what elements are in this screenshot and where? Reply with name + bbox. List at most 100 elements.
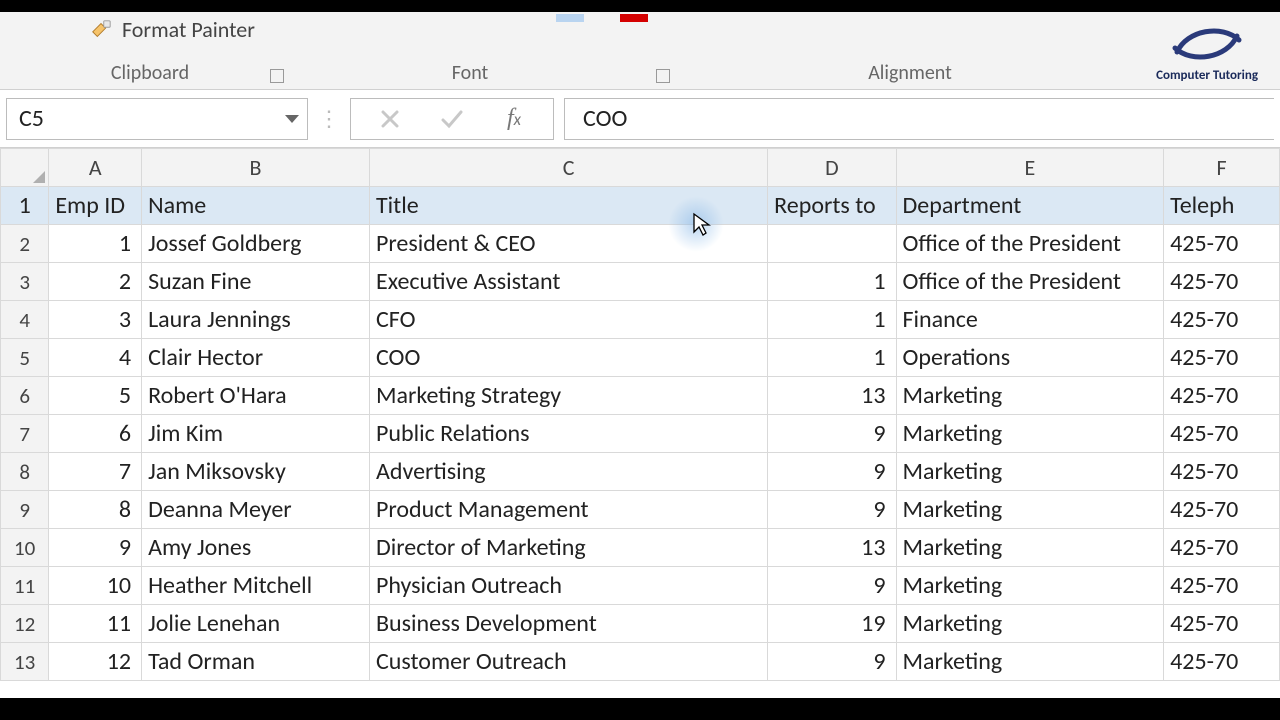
row-header[interactable]: 2 [1, 225, 49, 263]
cell[interactable]: Executive Assistant [369, 263, 767, 301]
cell[interactable]: 19 [768, 605, 896, 643]
cell[interactable]: 9 [768, 415, 896, 453]
cell[interactable]: 1 [49, 225, 142, 263]
cell[interactable]: 12 [49, 643, 142, 681]
cell[interactable]: 1 [768, 263, 896, 301]
cell[interactable]: 9 [768, 453, 896, 491]
cell[interactable]: Office of the President [896, 225, 1164, 263]
fill-color-swatch[interactable] [556, 14, 584, 22]
cell[interactable]: Office of the President [896, 263, 1164, 301]
cell[interactable]: 1 [768, 301, 896, 339]
formula-input[interactable]: COO [564, 98, 1274, 140]
cell[interactable]: Emp ID [49, 187, 142, 225]
cell[interactable]: 9 [768, 567, 896, 605]
cell[interactable]: Marketing Strategy [369, 377, 767, 415]
cell[interactable]: Amy Jones [142, 529, 370, 567]
row-header[interactable]: 4 [1, 301, 49, 339]
cell[interactable]: Marketing [896, 415, 1164, 453]
cell[interactable]: Public Relations [369, 415, 767, 453]
cell[interactable]: Jossef Goldberg [142, 225, 370, 263]
cell[interactable]: Heather Mitchell [142, 567, 370, 605]
cell[interactable]: 425-70 [1164, 567, 1280, 605]
cell[interactable]: CFO [369, 301, 767, 339]
cell[interactable]: Marketing [896, 529, 1164, 567]
col-header-d[interactable]: D [768, 149, 896, 187]
cell[interactable] [768, 225, 896, 263]
cell[interactable]: 425-70 [1164, 415, 1280, 453]
cell[interactable]: President & CEO [369, 225, 767, 263]
cell[interactable]: Reports to [768, 187, 896, 225]
cell[interactable]: 5 [49, 377, 142, 415]
cell[interactable]: Suzan Fine [142, 263, 370, 301]
col-header-c[interactable]: C [369, 149, 767, 187]
chevron-down-icon[interactable] [285, 115, 299, 123]
row-header[interactable]: 13 [1, 643, 49, 681]
cell[interactable]: 4 [49, 339, 142, 377]
cell[interactable]: Laura Jennings [142, 301, 370, 339]
cell[interactable]: 425-70 [1164, 491, 1280, 529]
cell[interactable]: Title [369, 187, 767, 225]
cell[interactable]: Operations [896, 339, 1164, 377]
name-box[interactable]: C5 [6, 98, 308, 140]
cell[interactable]: Marketing [896, 567, 1164, 605]
row-header[interactable]: 12 [1, 605, 49, 643]
cancel-button[interactable] [372, 101, 408, 137]
col-header-f[interactable]: F [1164, 149, 1280, 187]
cell[interactable]: Advertising [369, 453, 767, 491]
cell[interactable]: 6 [49, 415, 142, 453]
cell[interactable]: Jolie Lenehan [142, 605, 370, 643]
col-header-e[interactable]: E [896, 149, 1164, 187]
cell[interactable]: Tad Orman [142, 643, 370, 681]
row-header[interactable]: 5 [1, 339, 49, 377]
cell[interactable]: Marketing [896, 377, 1164, 415]
row-header[interactable]: 8 [1, 453, 49, 491]
cell[interactable]: COO [369, 339, 767, 377]
cell[interactable]: 425-70 [1164, 225, 1280, 263]
cell[interactable]: 425-70 [1164, 453, 1280, 491]
cell[interactable]: Jan Miksovsky [142, 453, 370, 491]
select-all-corner[interactable] [1, 149, 49, 187]
cell[interactable]: Department [896, 187, 1164, 225]
row-header[interactable]: 6 [1, 377, 49, 415]
cell[interactable]: 1 [768, 339, 896, 377]
cell[interactable]: 9 [49, 529, 142, 567]
cell[interactable]: 425-70 [1164, 339, 1280, 377]
col-header-b[interactable]: B [142, 149, 370, 187]
clipboard-dialog-launcher-icon[interactable] [270, 69, 284, 83]
col-header-a[interactable]: A [49, 149, 142, 187]
cell[interactable]: Marketing [896, 453, 1164, 491]
cell[interactable]: Director of Marketing [369, 529, 767, 567]
cell[interactable]: 9 [768, 643, 896, 681]
cell[interactable]: 13 [768, 377, 896, 415]
spreadsheet-grid[interactable]: A B C D E F 1Emp IDNameTitleReports toDe… [0, 148, 1280, 681]
cell[interactable]: 7 [49, 453, 142, 491]
cell[interactable]: Jim Kim [142, 415, 370, 453]
cell[interactable]: Product Management [369, 491, 767, 529]
cell[interactable]: Marketing [896, 643, 1164, 681]
cell[interactable]: 2 [49, 263, 142, 301]
font-color-swatch[interactable] [620, 14, 648, 22]
cell[interactable]: Robert O'Hara [142, 377, 370, 415]
cell[interactable]: 9 [768, 491, 896, 529]
row-header[interactable]: 3 [1, 263, 49, 301]
enter-button[interactable] [434, 101, 470, 137]
cell[interactable]: Marketing [896, 605, 1164, 643]
cell[interactable]: 8 [49, 491, 142, 529]
format-painter-button[interactable]: Format Painter [88, 16, 255, 43]
cell[interactable]: Business Development [369, 605, 767, 643]
insert-function-button[interactable]: fx [496, 101, 532, 137]
cell[interactable]: Name [142, 187, 370, 225]
cell[interactable]: 11 [49, 605, 142, 643]
cell[interactable]: 425-70 [1164, 263, 1280, 301]
cell[interactable]: 10 [49, 567, 142, 605]
row-header[interactable]: 9 [1, 491, 49, 529]
cell[interactable]: Finance [896, 301, 1164, 339]
cell[interactable]: Deanna Meyer [142, 491, 370, 529]
cell[interactable]: Teleph [1164, 187, 1280, 225]
cell[interactable]: 425-70 [1164, 377, 1280, 415]
cell[interactable]: 13 [768, 529, 896, 567]
row-header[interactable]: 7 [1, 415, 49, 453]
cell[interactable]: Customer Outreach [369, 643, 767, 681]
cell[interactable]: Clair Hector [142, 339, 370, 377]
cell[interactable]: Physician Outreach [369, 567, 767, 605]
